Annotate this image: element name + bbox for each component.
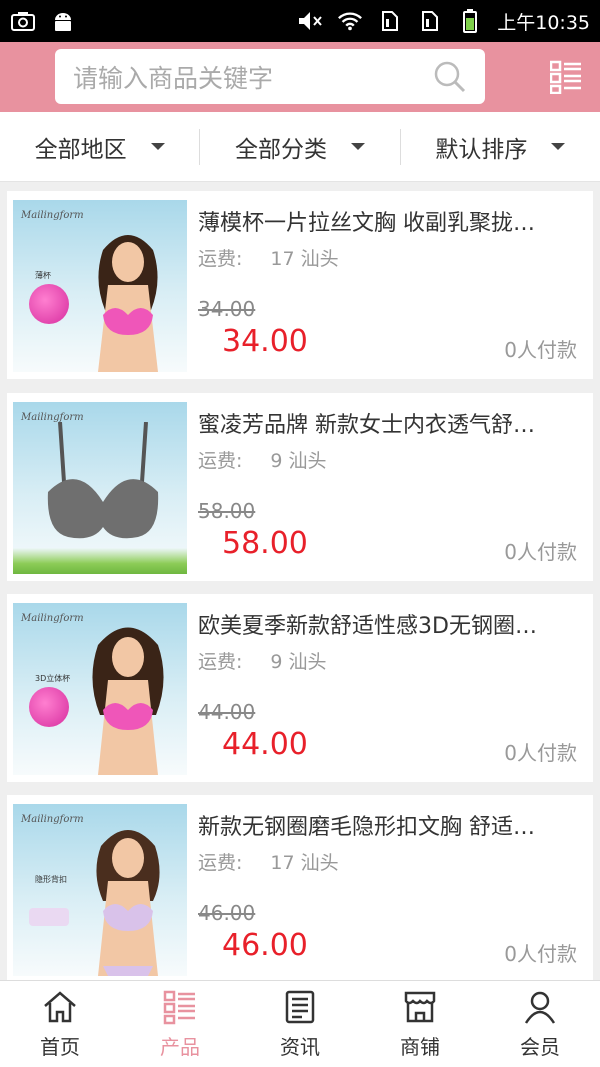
product-card[interactable]: Mailingform 隐形背扣 新款无钢圈磨毛隐形扣文胸 舒适… 运费: 17 … — [7, 795, 593, 983]
shop-icon — [404, 991, 436, 1022]
nav-shop[interactable]: 商铺 — [360, 981, 480, 1067]
payer-count: 0人付款 — [504, 741, 577, 765]
nav-news-label: 资讯 — [280, 1034, 320, 1059]
sim2-icon — [417, 10, 443, 32]
news-icon — [285, 990, 315, 1023]
original-price: 58.00 — [198, 499, 256, 523]
payer-count: 0人付款 — [504, 338, 577, 362]
caret-down-icon — [551, 143, 566, 150]
model-figure — [96, 830, 160, 976]
filter-sort-label: 默认排序 — [435, 136, 528, 163]
nav-member[interactable]: 会员 — [480, 981, 600, 1067]
product-image[interactable]: Mailingform 3D立体杯 — [13, 603, 187, 775]
price: 34.00 — [222, 324, 308, 359]
bottom-nav: 首页 产品 资讯 商铺 会员 — [0, 980, 600, 1067]
filter-category-label: 全部分类 — [234, 136, 327, 163]
payer-count: 0人付款 — [504, 942, 577, 966]
search-icon[interactable] — [433, 60, 467, 94]
filter-region-label: 全部地区 — [34, 136, 127, 163]
inset-cup-image — [29, 687, 69, 727]
search-box[interactable]: 请输入商品关键字 — [55, 49, 485, 104]
inset-label: 3D立体杯 — [35, 674, 71, 683]
home-icon — [44, 990, 76, 1022]
shipping: 运费: 17 汕头 — [198, 852, 339, 874]
payer-count: 0人付款 — [504, 540, 577, 564]
filter-sort[interactable]: 默认排序 — [399, 128, 600, 165]
nav-home-label: 首页 — [40, 1034, 80, 1059]
filter-region[interactable]: 全部地区 — [0, 129, 199, 165]
mute-icon — [297, 10, 323, 32]
product-info: 蜜凌芳品牌 新款女士内衣透气舒… 运费: 9 汕头 58.00 58.00 0人付… — [198, 393, 579, 581]
sim1-icon — [377, 10, 403, 32]
nav-news[interactable]: 资讯 — [240, 981, 360, 1067]
wifi-icon — [337, 10, 363, 32]
caret-down-icon — [150, 143, 165, 150]
shipping: 运费: 9 汕头 — [198, 450, 327, 472]
list-menu-icon[interactable] — [550, 60, 582, 94]
product-title[interactable]: 蜜凌芳品牌 新款女士内衣透气舒… — [198, 407, 583, 439]
product-card[interactable]: Mailingform 蜜凌芳品牌 新款女士内衣透气舒… 运费: 9 汕头 58.… — [7, 393, 593, 581]
nav-shop-label: 商铺 — [400, 1034, 440, 1059]
price: 58.00 — [222, 526, 308, 561]
grass-decoration — [13, 548, 187, 574]
filter-category[interactable]: 全部分类 — [199, 128, 399, 165]
product-info: 新款无钢圈磨毛隐形扣文胸 舒适… 运费: 17 汕头 46.00 46.00 0人… — [198, 795, 579, 983]
inset-cup-image — [29, 284, 69, 324]
inset-clasp-image — [29, 908, 69, 926]
camera-icon — [10, 10, 36, 32]
price: 46.00 — [222, 928, 308, 963]
status-time: 上午10:35 — [497, 11, 590, 34]
header: 请输入商品关键字 — [0, 42, 600, 112]
product-image[interactable]: Mailingform 薄杯 — [13, 200, 187, 372]
product-list-icon — [163, 990, 195, 1024]
product-title[interactable]: 欧美夏季新款舒适性感3D无钢圈… — [198, 608, 583, 640]
filter-bar: 全部地区 全部分类 默认排序 — [0, 112, 600, 182]
inset-label: 隐形背扣 — [35, 875, 67, 884]
original-price: 44.00 — [198, 700, 256, 724]
nav-home[interactable]: 首页 — [0, 981, 120, 1067]
product-image[interactable]: Mailingform — [13, 402, 187, 574]
product-title[interactable]: 新款无钢圈磨毛隐形扣文胸 舒适… — [198, 809, 583, 841]
product-card[interactable]: Mailingform 薄杯 薄模杯一片拉丝文胸 收副乳聚拢… 运费: 17 汕头… — [7, 191, 593, 379]
battery-icon — [457, 9, 483, 33]
nav-products[interactable]: 产品 — [120, 981, 240, 1067]
inset-label: 薄杯 — [35, 271, 51, 280]
product-info: 薄模杯一片拉丝文胸 收副乳聚拢… 运费: 17 汕头 34.00 34.00 0人… — [198, 191, 579, 379]
product-card[interactable]: Mailingform 3D立体杯 欧美夏季新款舒适性感3D无钢圈… 运费: 9 … — [7, 594, 593, 782]
model-figure — [98, 235, 158, 372]
shipping: 运费: 9 汕头 — [198, 651, 327, 673]
product-title[interactable]: 薄模杯一片拉丝文胸 收副乳聚拢… — [198, 205, 583, 237]
original-price: 34.00 — [198, 297, 256, 321]
shipping: 运费: 17 汕头 — [198, 248, 339, 270]
bra-figure — [47, 422, 159, 539]
product-image[interactable]: Mailingform 隐形背扣 — [13, 804, 187, 976]
search-input[interactable]: 请输入商品关键字 — [73, 59, 433, 95]
product-info: 欧美夏季新款舒适性感3D无钢圈… 运费: 9 汕头 44.00 44.00 0人付… — [198, 594, 579, 782]
original-price: 46.00 — [198, 901, 256, 925]
nav-member-label: 会员 — [520, 1034, 560, 1059]
member-icon — [524, 991, 556, 1024]
status-bar: 上午10:35 — [0, 0, 600, 42]
caret-down-icon — [350, 143, 365, 150]
model-figure — [92, 627, 164, 775]
android-icon — [50, 10, 76, 32]
nav-products-label: 产品 — [160, 1034, 200, 1059]
price: 44.00 — [222, 727, 308, 762]
